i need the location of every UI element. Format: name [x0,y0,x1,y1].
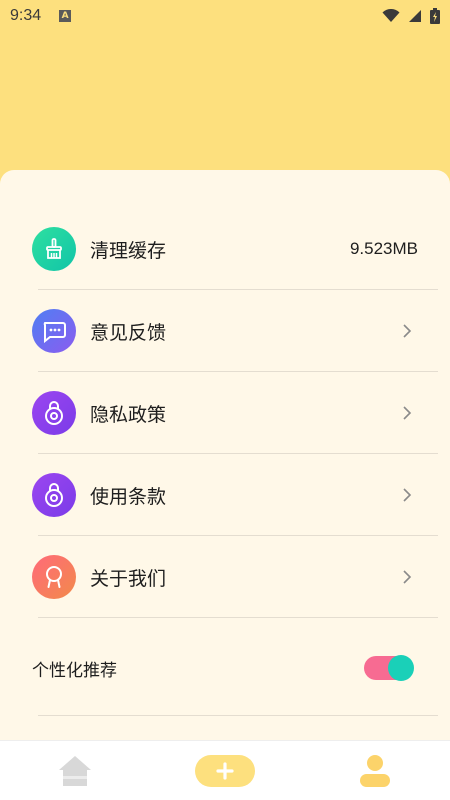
settings-item-label: 意见反馈 [90,321,167,344]
settings-item-terms-of-use[interactable]: 使用条款 [32,454,438,536]
add-button[interactable] [195,754,255,787]
chat-bubble-icon [32,309,76,353]
settings-item-label: 隐私政策 [90,403,167,426]
broom-icon [32,227,76,271]
home-icon [59,755,91,786]
notification-badge: A [59,10,72,22]
bottom-tab-bar [0,740,450,800]
settings-item-label: 清理缓存 [90,239,167,262]
settings-item-privacy-policy[interactable]: 隐私政策 [32,372,438,454]
settings-item-label: 关于我们 [90,567,167,590]
chevron-right-icon [403,324,412,338]
lock-icon [32,391,76,435]
chevron-right-icon [403,488,412,502]
cache-size-value: 9.523MB [349,239,418,258]
tab-home[interactable] [35,741,115,800]
badge-icon [32,555,76,599]
divider [38,617,438,618]
settings-item-label: 使用条款 [90,485,167,508]
settings-card: 清理缓存 9.523MB 意见反馈 隐私政策 使用条款 关于我们 个性化推荐 [0,170,450,740]
personalized-recommendation-row: 个性化推荐 [32,620,438,716]
toggle-knob [388,655,414,681]
personalized-recommendation-toggle[interactable] [364,655,414,681]
tab-add[interactable] [185,741,265,800]
profile-icon [360,754,390,787]
personalized-recommendation-label: 个性化推荐 [32,660,117,681]
settings-item-feedback[interactable]: 意见反馈 [32,290,438,372]
status-icons [382,8,440,24]
chevron-right-icon [403,570,412,584]
status-time: 9:34 [10,7,42,24]
tab-profile[interactable] [335,741,415,800]
settings-item-about-us[interactable]: 关于我们 [32,536,438,618]
status-bar: 9:34 A [0,0,450,32]
add-icon [216,761,234,780]
wifi-icon [382,9,400,22]
chevron-right-icon [403,406,412,420]
divider [38,715,438,716]
lock-icon [32,473,76,517]
signal-icon [409,10,421,22]
battery-icon [430,8,440,24]
settings-item-clear-cache[interactable]: 清理缓存 9.523MB [32,208,438,290]
